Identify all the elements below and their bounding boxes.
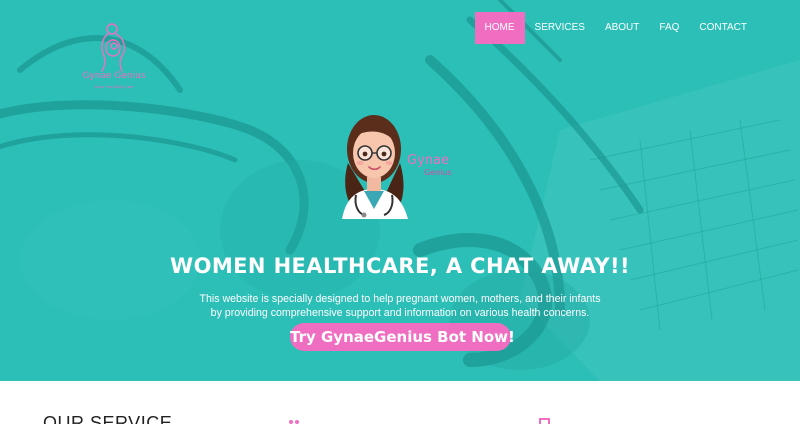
hero-headline: WOMEN HEALTHCARE, A CHAT AWAY!! xyxy=(170,254,630,278)
try-bot-button[interactable]: Try GynaeGenius Bot Now! xyxy=(290,323,515,351)
nav-item-services[interactable]: SERVICES xyxy=(525,12,595,44)
brand-logo[interactable]: Gynae Genius Know Your Body Care xyxy=(78,22,150,94)
service-icon-care xyxy=(289,420,299,424)
hero-section: Gynae Genius Know Your Body Care HOME SE… xyxy=(0,0,800,381)
brand-name: Gynae Genius xyxy=(82,71,146,81)
hero-description-line-2: by providing comprehensive support and i… xyxy=(210,307,590,319)
nav-item-faq[interactable]: FAQ xyxy=(649,12,689,44)
avatar-label-line1: Gynae xyxy=(407,153,449,168)
service-icon-device xyxy=(539,418,550,424)
services-section-title: OUR SERVICE xyxy=(43,413,173,424)
nav-item-home[interactable]: HOME xyxy=(474,12,525,44)
nav-item-contact[interactable]: CONTACT xyxy=(689,12,757,44)
mother-baby-logo-icon xyxy=(101,23,126,72)
hero-description-line-1: This website is specially designed to he… xyxy=(199,293,601,305)
hero-description: This website is specially designed to he… xyxy=(0,292,800,320)
avatar-label-line2: Genius xyxy=(424,168,452,177)
nav-item-about[interactable]: ABOUT xyxy=(595,12,649,44)
brand-tagline: Know Your Body Care xyxy=(94,84,134,89)
main-nav: HOME SERVICES ABOUT FAQ CONTACT xyxy=(474,12,757,44)
doctor-avatar-illustration: Gynae Genius xyxy=(342,115,452,219)
